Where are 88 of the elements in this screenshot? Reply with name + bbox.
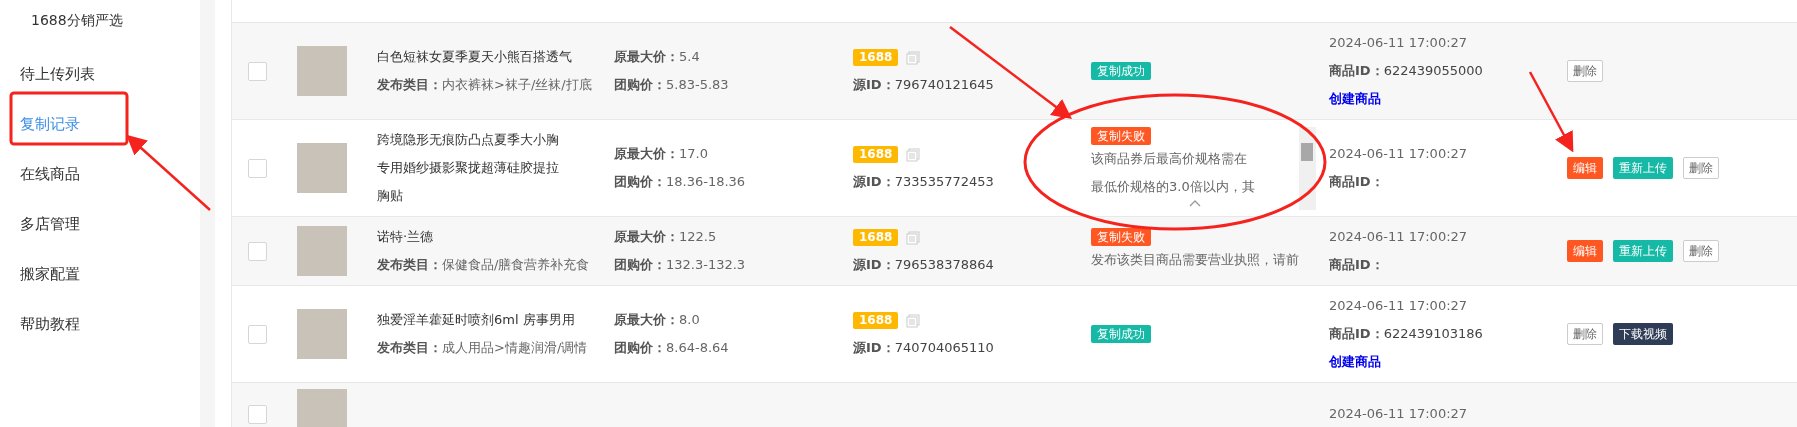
row-checkbox[interactable] bbox=[248, 158, 267, 178]
product-id-value: 622439103186 bbox=[1383, 326, 1483, 341]
status-message: 最低价规格的3.0倍以内，其 bbox=[1091, 177, 1256, 196]
photo-placeholder bbox=[297, 389, 347, 427]
create-product-link[interactable]: 创建商品 bbox=[1329, 91, 1381, 106]
category-label: 发布类目： bbox=[377, 257, 442, 272]
time-text: 2024-06-11 17:00:27 bbox=[1329, 228, 1469, 246]
photo-placeholder bbox=[297, 226, 347, 276]
status-tag: 复制失败 bbox=[1091, 228, 1151, 246]
max-price-value: 8.0 bbox=[679, 312, 700, 327]
source-id-value: 796740121645 bbox=[894, 77, 994, 92]
status-tag: 复制成功 bbox=[1091, 62, 1151, 80]
copy-icon[interactable] bbox=[906, 313, 921, 328]
copy-icon[interactable] bbox=[906, 147, 921, 162]
source-badge: 1688 bbox=[853, 146, 899, 163]
sidebar-item[interactable]: 帮助教程 bbox=[0, 311, 200, 361]
action-button[interactable]: 删除 bbox=[1683, 240, 1719, 262]
product-name: 独爱淫羊藿延时喷剂6ml 房事男用 bbox=[377, 311, 576, 329]
group-price-value: 18.36-18.36 bbox=[666, 174, 746, 189]
source-id-value: 740704065110 bbox=[894, 340, 994, 355]
product-name: 诺特·兰德 bbox=[377, 228, 435, 246]
action-button[interactable]: 删除 bbox=[1567, 323, 1603, 345]
group-price-value: 5.83-5.83 bbox=[666, 77, 729, 92]
max-price-value: 5.4 bbox=[679, 49, 700, 64]
group-price-label: 团购价： bbox=[614, 174, 666, 189]
product-id-label: 商品ID： bbox=[1329, 63, 1384, 78]
time-text: 2024-06-11 17:00:27 bbox=[1329, 297, 1469, 315]
status-tag: 复制失败 bbox=[1091, 126, 1151, 145]
group-price-label: 团购价： bbox=[614, 257, 666, 272]
category-value: 内衣裤袜>袜子/丝袜/打底 bbox=[442, 77, 592, 92]
time-text: 2024-06-11 17:00:27 bbox=[1329, 405, 1469, 423]
source-id-label: 源ID： bbox=[853, 77, 895, 92]
action-button[interactable]: 下载视频 bbox=[1613, 323, 1673, 345]
category-label: 发布类目： bbox=[377, 340, 442, 355]
source-badge: 1688 bbox=[853, 49, 899, 66]
copy-icon[interactable] bbox=[906, 230, 921, 245]
group-price-label: 团购价： bbox=[614, 77, 666, 92]
product-name: 白色短袜女夏季夏天小熊百搭透气 bbox=[377, 48, 573, 66]
status-tag: 复制成功 bbox=[1091, 325, 1151, 343]
create-product-link[interactable]: 创建商品 bbox=[1329, 354, 1381, 369]
photo-placeholder bbox=[297, 46, 347, 96]
max-price-label: 原最大价： bbox=[614, 49, 679, 64]
product-name: 跨境隐形无痕防凸点夏季大小胸 bbox=[377, 131, 560, 149]
source-id-label: 源ID： bbox=[853, 257, 895, 272]
copy-icon[interactable] bbox=[906, 50, 921, 65]
time-text: 2024-06-11 17:00:27 bbox=[1329, 34, 1469, 52]
row-checkbox[interactable] bbox=[248, 404, 267, 424]
row-checkbox[interactable] bbox=[248, 324, 267, 344]
max-price-value: 17.0 bbox=[679, 146, 708, 161]
source-badge: 1688 bbox=[853, 229, 899, 246]
group-price-label: 团购价： bbox=[614, 340, 666, 355]
status-scroll-area[interactable]: 复制失败 该商品券后最高价规格需在 最低价规格的3.0倍以内，其 bbox=[1091, 126, 1316, 210]
row-checkbox[interactable] bbox=[248, 61, 267, 81]
group-price-value: 8.64-8.64 bbox=[666, 340, 729, 355]
max-price-value: 122.5 bbox=[679, 229, 717, 244]
time-text: 2024-06-11 17:00:27 bbox=[1329, 145, 1469, 163]
status-message: 发布该类目商品需要营业执照，请前 bbox=[1091, 251, 1300, 269]
category-label: 发布类目： bbox=[377, 77, 442, 92]
photo-placeholder bbox=[297, 309, 347, 359]
product-name: 胸贴 bbox=[377, 187, 404, 205]
product-id-value: 622439055000 bbox=[1383, 63, 1483, 78]
row-checkbox[interactable] bbox=[248, 241, 267, 261]
status-message: 该商品券后最高价规格需在 bbox=[1091, 149, 1248, 168]
product-id-label: 商品ID： bbox=[1329, 174, 1384, 189]
group-price-value: 132.3-132.3 bbox=[666, 257, 746, 272]
sidebar-item[interactable]: 待上传列表 bbox=[0, 61, 200, 111]
max-price-label: 原最大价： bbox=[614, 229, 679, 244]
action-button[interactable]: 删除 bbox=[1683, 157, 1719, 179]
category-value: 成人用品>情趣润滑/调情 bbox=[442, 340, 588, 355]
max-price-label: 原最大价： bbox=[614, 146, 679, 161]
product-name: 专用婚纱摄影聚拢超薄硅胶提拉 bbox=[377, 159, 560, 177]
source-id-value: 796538378864 bbox=[894, 257, 994, 272]
sidebar-item[interactable]: 多店管理 bbox=[0, 211, 200, 261]
sidebar-item[interactable]: 复制记录 bbox=[0, 111, 200, 161]
source-badge: 1688 bbox=[853, 312, 899, 329]
source-id-value: 733535772453 bbox=[894, 174, 994, 189]
product-id-label: 商品ID： bbox=[1329, 326, 1384, 341]
product-id-label: 商品ID： bbox=[1329, 257, 1384, 272]
source-id-label: 源ID： bbox=[853, 174, 895, 189]
sidebar-item[interactable]: 在线商品 bbox=[0, 161, 200, 211]
scrollbar[interactable] bbox=[1299, 126, 1316, 210]
sidebar-title: 1688分销严选 bbox=[30, 12, 124, 30]
photo-placeholder bbox=[297, 143, 347, 193]
sidebar-item[interactable]: 搬家配置 bbox=[0, 261, 200, 311]
category-value: 保健食品/膳食营养补充食 bbox=[442, 257, 590, 272]
max-price-label: 原最大价： bbox=[614, 312, 679, 327]
action-button[interactable]: 删除 bbox=[1567, 60, 1603, 82]
source-id-label: 源ID： bbox=[853, 340, 895, 355]
